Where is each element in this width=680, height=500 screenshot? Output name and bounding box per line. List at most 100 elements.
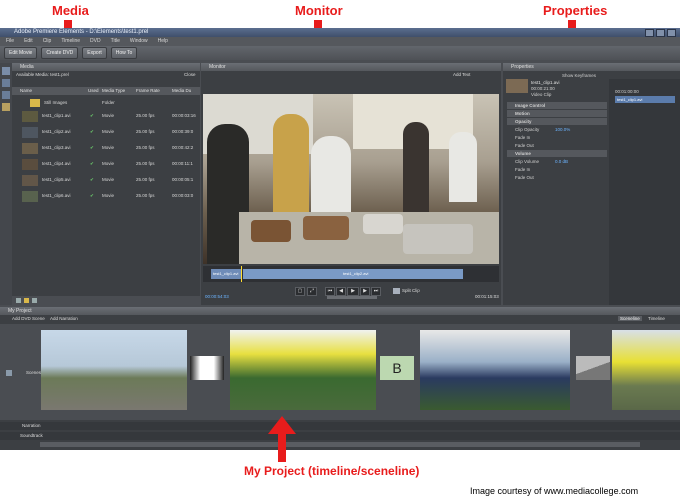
- play-button[interactable]: ▶: [347, 287, 359, 296]
- property-volume-fade-out[interactable]: Fade Out: [507, 174, 607, 181]
- project-scrollbar[interactable]: [40, 442, 640, 447]
- edit-movie-button[interactable]: Edit Movie: [4, 47, 38, 59]
- menu-help[interactable]: Help: [158, 37, 168, 46]
- fullscreen-icon[interactable]: ⤢: [307, 287, 317, 296]
- col-name[interactable]: Name: [20, 87, 32, 95]
- hand-tool-icon[interactable]: [2, 103, 10, 111]
- clip-type: Movie: [102, 161, 115, 166]
- clip-opacity-value[interactable]: 100.0%: [555, 126, 570, 133]
- new-item-icon[interactable]: [16, 298, 21, 303]
- person-figure: [273, 114, 309, 214]
- property-fade-out[interactable]: Fade Out: [507, 142, 607, 149]
- timecode-current[interactable]: 00:00:54:03: [205, 294, 229, 299]
- property-volume[interactable]: Volume: [507, 150, 607, 157]
- media-row[interactable]: test1_clip2.avi ✔ Movie 25.00 fps 00:00:…: [12, 126, 196, 139]
- split-clip-icon[interactable]: [393, 288, 400, 294]
- maximize-button[interactable]: [656, 29, 665, 37]
- col-frame-rate[interactable]: Frame Rate: [136, 87, 160, 95]
- export-button[interactable]: Export: [82, 47, 107, 59]
- step-back-icon[interactable]: ⏮: [325, 287, 335, 296]
- razor-tool-icon[interactable]: [2, 79, 10, 87]
- media-row[interactable]: test1_clip3.avi ✔ Movie 25.00 fps 00:00:…: [12, 142, 196, 155]
- col-used[interactable]: Used: [88, 87, 99, 95]
- timeline-tab[interactable]: Timeline: [648, 316, 665, 321]
- transition-2[interactable]: B: [380, 356, 414, 380]
- minimize-button[interactable]: [645, 29, 654, 37]
- add-narration-button[interactable]: Add Narration: [50, 316, 78, 321]
- properties-clip-type: Video Clip: [531, 92, 552, 97]
- menu-dvd[interactable]: DVD: [90, 37, 101, 46]
- media-row[interactable]: test1_clip1.avi ✔ Movie 25.00 fps 00:00:…: [12, 110, 196, 123]
- clip-type: Movie: [102, 145, 115, 150]
- scene-clip-3[interactable]: [420, 330, 570, 410]
- folder-new-icon[interactable]: [24, 298, 29, 303]
- col-media-type[interactable]: Media Type: [102, 87, 125, 95]
- clip-block-2[interactable]: test1_clip2.avi: [243, 269, 463, 279]
- monitor-annotation: Monitor: [295, 3, 343, 18]
- zoom-tool-icon[interactable]: [2, 91, 10, 99]
- sceneline-tab[interactable]: Sceneline: [618, 316, 642, 321]
- split-clip-button[interactable]: Split Clip: [402, 288, 420, 293]
- media-row[interactable]: test1_clip6.avi ✔ Movie 25.00 fps 00:00:…: [12, 190, 196, 203]
- main-toolbar: Edit Movie Create DVD Export How To: [0, 46, 680, 60]
- clip-volume-value[interactable]: 0.0 dB: [555, 158, 568, 165]
- scene-clip-1[interactable]: [41, 330, 187, 410]
- scenes-track-label: Scenes: [26, 370, 42, 375]
- property-motion[interactable]: Motion: [507, 110, 607, 117]
- media-row[interactable]: test1_clip4.avi ✔ Movie 25.00 fps 00:00:…: [12, 158, 196, 171]
- property-volume-fade-in[interactable]: Fade In: [507, 166, 607, 173]
- menu-window[interactable]: Window: [130, 37, 148, 46]
- rewind-icon[interactable]: ◀: [336, 287, 346, 296]
- food-tray: [303, 216, 349, 240]
- window-title: Adobe Premiere Elements - D:\Elements\te…: [14, 29, 149, 35]
- folder-row-still-images[interactable]: Still Images Folder: [12, 97, 200, 110]
- keyframe-clip-tag: test1_clip1.avi: [615, 96, 675, 103]
- clip-fps: 25.00 fps: [136, 193, 155, 198]
- food-tray: [363, 214, 403, 234]
- monitor-mini-timeline[interactable]: test1_clip1.avi test1_clip2.avi: [203, 266, 499, 282]
- create-dvd-button[interactable]: Create DVD: [41, 47, 79, 59]
- step-forward-icon[interactable]: ⏭: [371, 287, 381, 296]
- menu-file[interactable]: File: [6, 37, 14, 46]
- media-row[interactable]: test1_clip5.avi ✔ Movie 25.00 fps 00:00:…: [12, 174, 196, 187]
- add-dvd-scene-button[interactable]: Add DVD Scene: [12, 316, 45, 321]
- clip-type: Movie: [102, 193, 115, 198]
- property-opacity[interactable]: Opacity: [507, 118, 607, 125]
- delete-icon[interactable]: [32, 298, 37, 303]
- menu-timeline[interactable]: Timeline: [61, 37, 80, 46]
- transition-3[interactable]: [576, 356, 610, 380]
- scene-clip-2[interactable]: [230, 330, 376, 410]
- menu-edit[interactable]: Edit: [24, 37, 33, 46]
- monitor-transport: 00:00:54:03 ▢ ⤢ ⏮ ◀ ▶ ▶ ⏭ Split Clip 00:…: [203, 284, 499, 304]
- fast-forward-icon[interactable]: ▶: [360, 287, 370, 296]
- track-toggle-icon[interactable]: [6, 370, 12, 376]
- monitor-panel-header: Monitor: [201, 63, 501, 71]
- how-to-button[interactable]: How To: [110, 47, 138, 59]
- scene-clip-4[interactable]: [612, 330, 680, 410]
- clip-block-1[interactable]: test1_clip1.avi: [211, 269, 241, 279]
- clip-duration: 00:00:05:1: [172, 177, 194, 182]
- safe-margins-icon[interactable]: ▢: [295, 287, 305, 296]
- close-button[interactable]: [667, 29, 676, 37]
- food-tray: [251, 220, 291, 242]
- col-media-duration[interactable]: Media Du: [172, 87, 191, 95]
- transition-1[interactable]: [190, 356, 224, 380]
- clip-fps: 25.00 fps: [136, 161, 155, 166]
- media-close-button[interactable]: Close: [184, 72, 196, 77]
- menu-clip[interactable]: Clip: [43, 37, 52, 46]
- project-arrow-shaft: [278, 432, 286, 462]
- media-panel: Available Media: test1.prel Close Name U…: [12, 71, 200, 305]
- media-annotation: Media: [52, 3, 89, 18]
- property-fade-in[interactable]: Fade In: [507, 134, 607, 141]
- add-text-button[interactable]: Add Text: [453, 72, 470, 77]
- clip-thumbnail: [22, 143, 38, 154]
- properties-panel-header: Properties: [503, 63, 680, 71]
- selection-tool-icon[interactable]: [2, 67, 10, 75]
- playhead[interactable]: [241, 266, 242, 282]
- shuttle-slider[interactable]: [327, 296, 377, 299]
- property-image-control[interactable]: Image Control: [507, 102, 607, 109]
- clip-fps: 25.00 fps: [136, 177, 155, 182]
- show-keyframes-link[interactable]: Show Keyframes: [562, 73, 596, 78]
- media-panel-header: Media: [12, 63, 200, 71]
- menu-title[interactable]: Title: [111, 37, 120, 46]
